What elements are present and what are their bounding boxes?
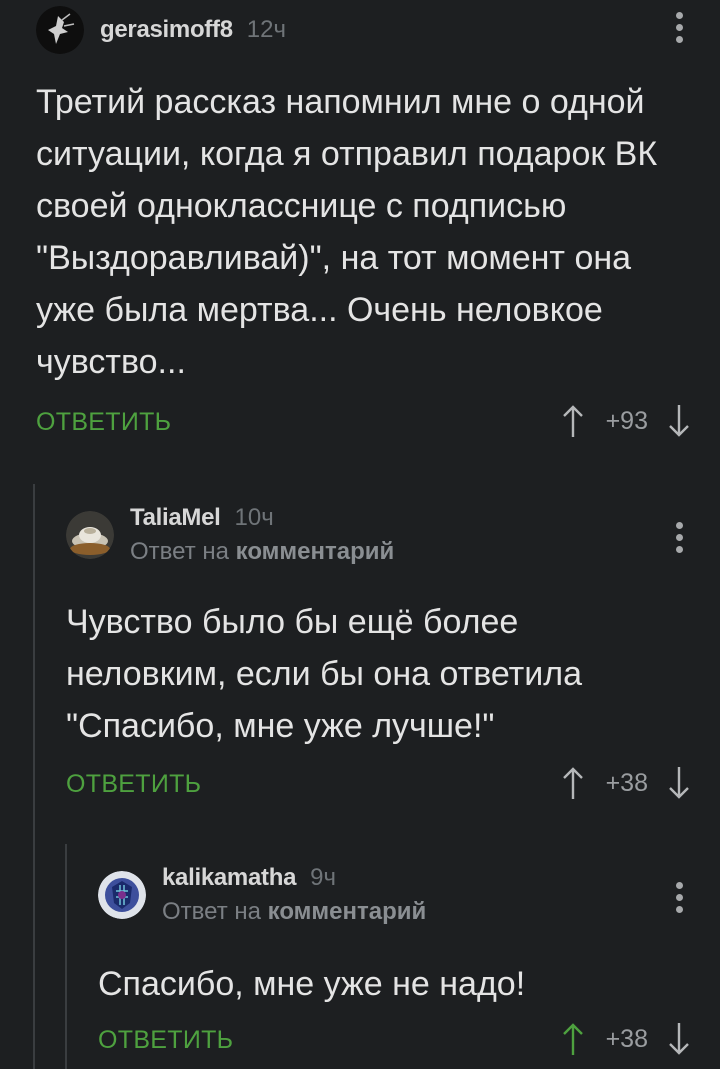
thread-line[interactable] (33, 484, 35, 1069)
reply-to-link[interactable]: комментарий (236, 538, 395, 565)
rating-count: +38 (605, 1024, 648, 1053)
vote-control: +38 (562, 1022, 690, 1056)
reply-to-line: Ответ на комментарий (162, 898, 426, 926)
upvote-arrow-icon[interactable] (562, 1022, 584, 1056)
timestamp: 9ч (310, 864, 336, 891)
avatar[interactable] (36, 6, 84, 54)
author-name[interactable]: kalikamatha (162, 864, 296, 892)
reply-button[interactable]: ОТВЕТИТЬ (36, 408, 171, 437)
more-options-icon[interactable] (676, 522, 684, 553)
timestamp: 10ч (234, 504, 274, 531)
comment-header: kalikamatha 9ч Ответ на комментарий (98, 864, 426, 926)
timestamp: 12ч (246, 16, 286, 43)
comment-header: gerasimoff8 12ч (36, 6, 286, 54)
more-options-icon[interactable] (676, 12, 684, 43)
author-name[interactable]: gerasimoff8 (100, 16, 233, 44)
reply-to-line: Ответ на комментарий (130, 538, 394, 566)
vote-control: +38 (562, 766, 690, 800)
reply-to-prefix: Ответ на (162, 898, 261, 925)
rating-count: +93 (605, 406, 648, 435)
comment-text: Третий рассказ напомнил мне о одной ситу… (36, 83, 658, 381)
reply-button[interactable]: ОТВЕТИТЬ (66, 770, 201, 799)
comment-text: Спасибо, мне уже не надо! (98, 965, 526, 1003)
vote-control: +93 (562, 404, 690, 438)
reply-to-link[interactable]: комментарий (268, 898, 427, 925)
more-options-icon[interactable] (676, 882, 684, 913)
downvote-arrow-icon[interactable] (668, 404, 690, 438)
author-name[interactable]: TaliaMel (130, 504, 221, 532)
comment-text: Чувство было бы ещё более неловким, если… (66, 603, 582, 745)
reply-button[interactable]: ОТВЕТИТЬ (98, 1026, 233, 1055)
reply-to-prefix: Ответ на (130, 538, 229, 565)
upvote-arrow-icon[interactable] (562, 766, 584, 800)
avatar[interactable] (66, 511, 114, 559)
comment-header: TaliaMel 10ч Ответ на комментарий (66, 504, 394, 566)
rating-count: +38 (605, 768, 648, 797)
upvote-arrow-icon[interactable] (562, 404, 584, 438)
downvote-arrow-icon[interactable] (668, 766, 690, 800)
avatar[interactable] (98, 871, 146, 919)
thread-line[interactable] (65, 844, 67, 1069)
downvote-arrow-icon[interactable] (668, 1022, 690, 1056)
